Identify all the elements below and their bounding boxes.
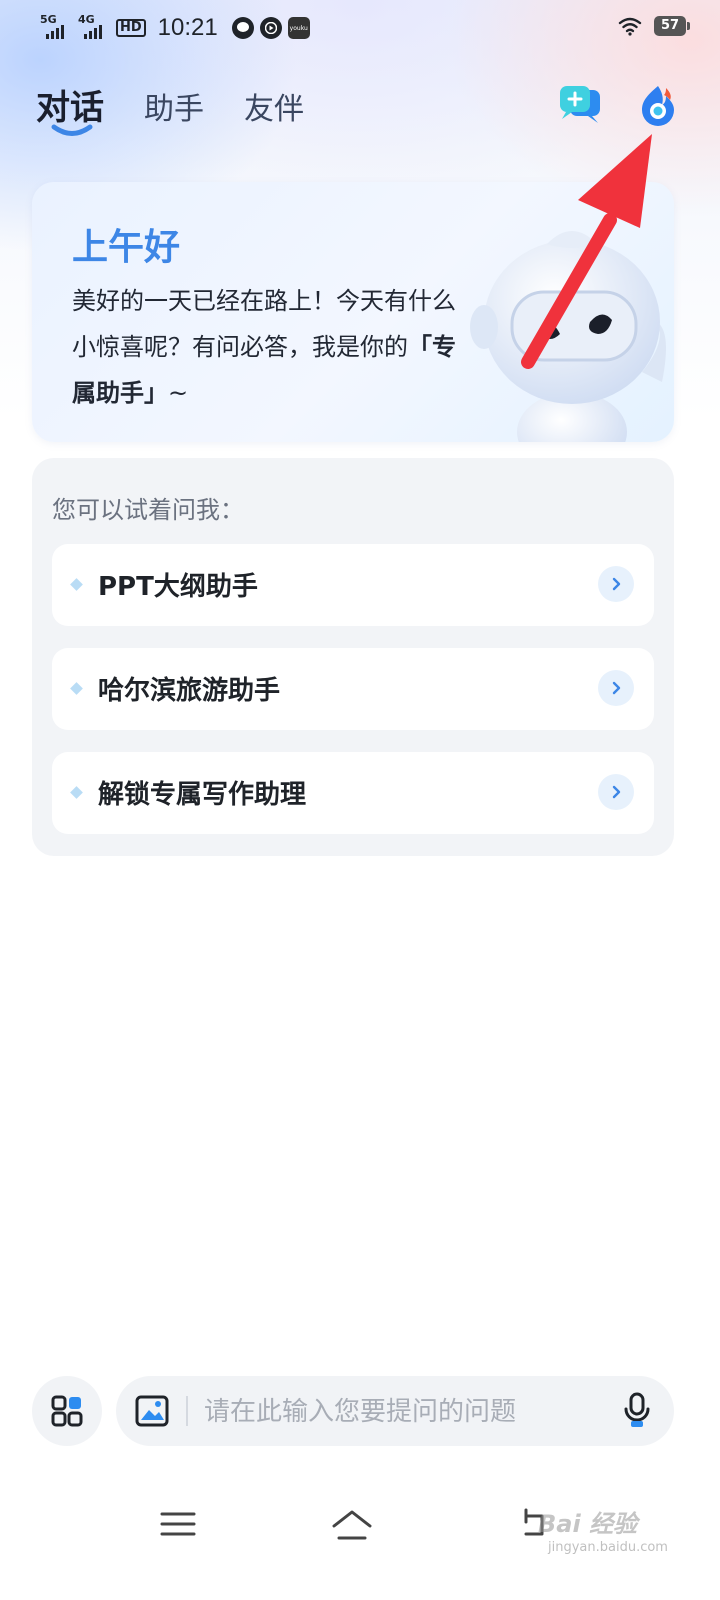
question-input-bar: [116, 1376, 674, 1446]
wifi-icon: [618, 17, 642, 36]
signal-4g-icon: 4G: [78, 13, 110, 41]
youku-app-icon: youku: [287, 17, 310, 39]
hd-icon: HD: [116, 19, 146, 37]
tab-chat[interactable]: 对话: [36, 80, 104, 140]
tab-companion-label: 友伴: [244, 92, 304, 127]
greeting-card: 上午好 美好的一天已经在路上！今天有什么小惊喜呢？有问必答，我是你的「专属助手」…: [32, 182, 674, 442]
chevron-right-icon: [598, 566, 634, 602]
tab-chat-label: 对话: [36, 88, 104, 128]
chevron-right-icon: [598, 670, 634, 706]
tab-companion[interactable]: 友伴: [244, 80, 304, 140]
app-logo-icon[interactable]: [636, 82, 680, 126]
baidu-jingyan-watermark: Bai 经验 jingyan.baidu.com: [518, 1494, 668, 1564]
watermark-main: Bai 经验: [538, 1510, 638, 1538]
menu-icon[interactable]: [156, 1504, 200, 1544]
image-upload-icon[interactable]: [134, 1393, 170, 1429]
suggestion-label: PPT大纲助手: [98, 572, 258, 602]
battery-indicator: 57: [654, 16, 690, 36]
greeting-line: 美好的一天已经在路上！今天有什么小惊喜呢？有问必答，我是你的: [72, 287, 456, 361]
microphone-icon[interactable]: [622, 1392, 652, 1430]
input-divider: [186, 1396, 188, 1426]
bullet-diamond-icon: [70, 578, 83, 591]
suggestion-item-harbin-travel[interactable]: 哈尔滨旅游助手: [52, 648, 654, 730]
question-input[interactable]: [202, 1390, 606, 1434]
chevron-right-icon: [598, 774, 634, 810]
bullet-diamond-icon: [70, 786, 83, 799]
active-tab-indicator: [51, 124, 93, 136]
home-icon[interactable]: [330, 1504, 374, 1544]
watermark-sub: jingyan.baidu.com: [548, 1540, 668, 1555]
suggestion-item-writing-assistant[interactable]: 解锁专属写作助理: [52, 752, 654, 834]
top-tabs: 对话 助手 友伴: [36, 80, 304, 140]
suggestion-label: 哈尔滨旅游助手: [98, 676, 281, 706]
header-actions: [558, 82, 680, 126]
suggestions-panel: 您可以试着问我： PPT大纲助手 哈尔滨旅游助手 解锁专属写作助理: [32, 458, 674, 856]
apps-grid-button[interactable]: [32, 1376, 102, 1446]
clock: 10:21: [157, 14, 218, 41]
tab-assistant[interactable]: 助手: [144, 80, 204, 140]
greeting-tail: ~: [168, 379, 189, 407]
video-play-icon: [259, 17, 282, 39]
apps-grid-icon: [51, 1395, 83, 1427]
greeting-message: 美好的一天已经在路上！今天有什么小惊喜呢？有问必答，我是你的「专属助手」~: [72, 278, 472, 416]
signal-5g-icon: 5G: [40, 13, 72, 41]
new-chat-icon[interactable]: [558, 82, 602, 126]
greeting-title: 上午好: [72, 227, 181, 268]
robot-mascot-illustration: [470, 231, 666, 442]
suggestion-item-ppt-outline[interactable]: PPT大纲助手: [52, 544, 654, 626]
bullet-diamond-icon: [70, 682, 83, 695]
message-icon: [231, 17, 254, 39]
tab-assistant-label: 助手: [144, 92, 204, 127]
suggestion-label: 解锁专属写作助理: [98, 780, 307, 810]
status-bar: 5G 4G HD 10:21 youku 57: [0, 0, 720, 56]
suggestions-heading: 您可以试着问我：: [52, 496, 244, 524]
